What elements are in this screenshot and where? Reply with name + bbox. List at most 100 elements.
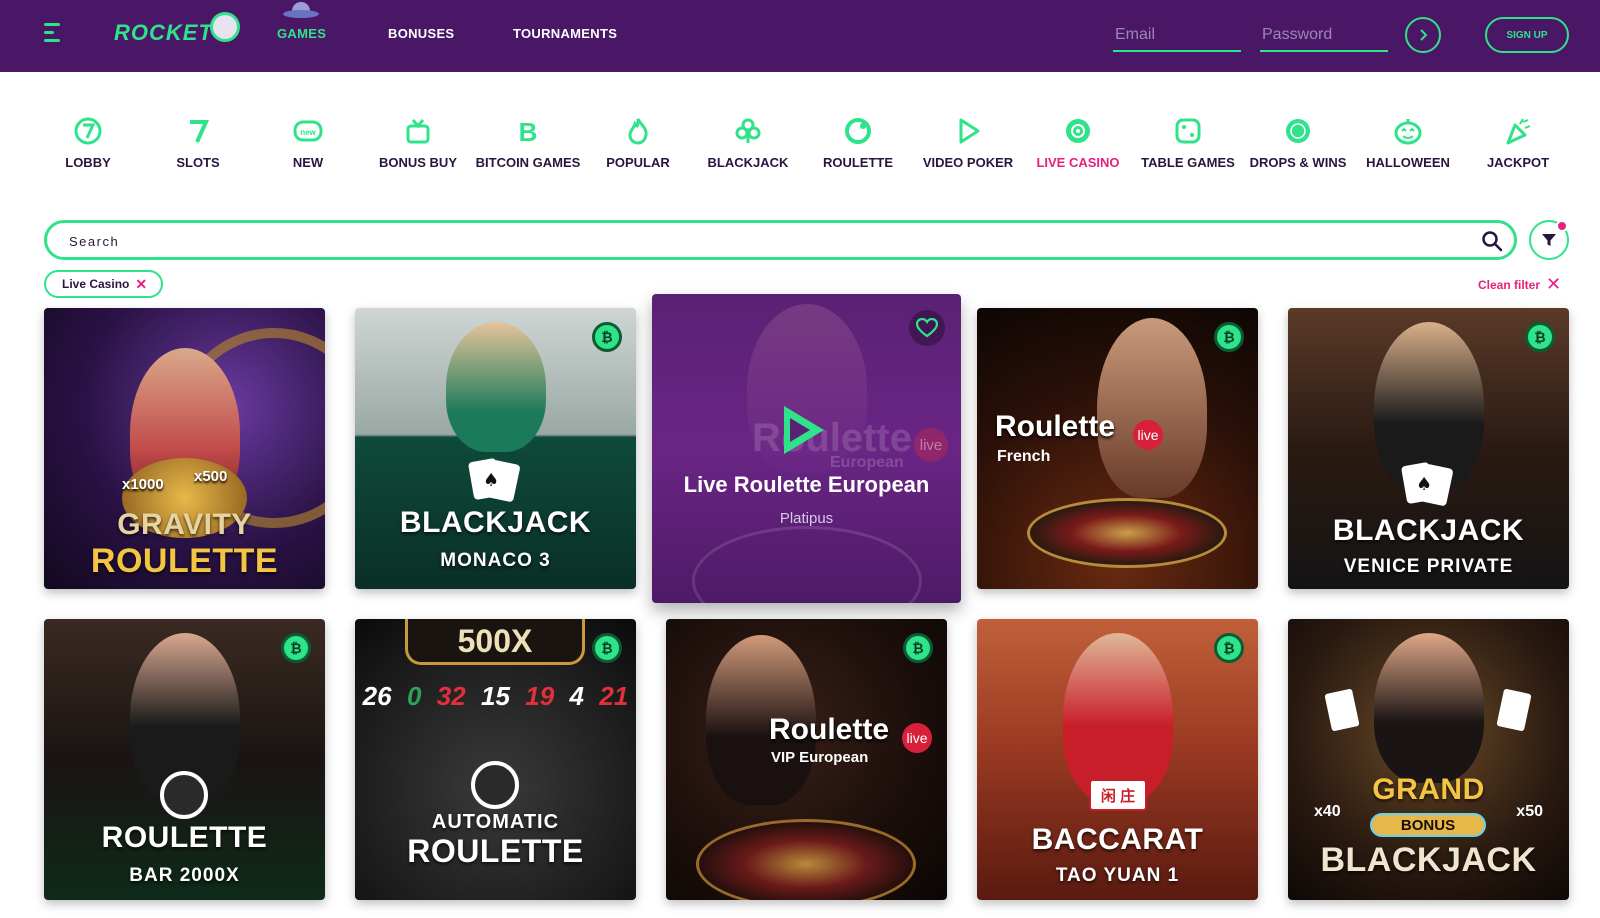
svg-text:B: B: [519, 117, 538, 146]
active-filter-chip[interactable]: Live Casino ✕: [44, 270, 164, 298]
category-label: POPULAR: [606, 155, 670, 170]
game-title-line1: Roulette: [995, 410, 1115, 443]
roulette-wheel: [1027, 498, 1227, 568]
game-title-line2: BAR 2000X: [129, 865, 240, 886]
category-bar: LOBBY SLOTS new NEW BONUS BUY B BITCOIN …: [33, 116, 1565, 188]
game-card[interactable]: 500X ₿ 26 0 32 15 19 4 21 AUTOMATIC ROUL…: [355, 619, 636, 900]
bitcoin-badge-icon: ₿: [1214, 322, 1244, 352]
category-slots[interactable]: SLOTS: [143, 116, 253, 170]
chip-label: Live Casino: [62, 277, 130, 291]
category-drops-wins[interactable]: DROPS & WINS: [1243, 116, 1353, 170]
wheel-number: 0: [406, 681, 422, 711]
category-video-poker[interactable]: VIDEO POKER: [913, 116, 1023, 170]
clean-filter-button[interactable]: Clean filter ✕: [1478, 274, 1561, 295]
roulette-icon: [845, 118, 871, 144]
game-title-line2: ROULETTE: [90, 542, 279, 580]
category-bitcoin-games[interactable]: B BITCOIN GAMES: [473, 116, 583, 170]
bitcoin-badge-icon: ₿: [903, 633, 933, 663]
game-title-line1: AUTOMATIC: [431, 811, 560, 833]
bonus-pill: BONUS: [1370, 813, 1486, 837]
category-label: DROPS & WINS: [1249, 155, 1347, 170]
password-field[interactable]: [1260, 20, 1388, 52]
dealer-image: [445, 322, 546, 452]
nav-tournaments[interactable]: TOURNAMENTS: [513, 26, 617, 41]
category-label: JACKPOT: [1486, 155, 1550, 170]
nav-games[interactable]: GAMES: [277, 26, 326, 41]
game-title-line2: VIP European: [771, 749, 869, 766]
remove-filter-icon[interactable]: ✕: [135, 276, 147, 293]
brand-logo[interactable]: ROCKET: [114, 20, 213, 46]
category-label: BITCOIN GAMES: [475, 155, 581, 170]
category-blackjack[interactable]: BLACKJACK: [693, 116, 803, 170]
game-title-line1: BLACKJACK: [399, 506, 592, 539]
favorite-heart-icon[interactable]: [909, 310, 945, 346]
bitcoin-badge-icon: ₿: [592, 633, 622, 663]
roulette-wheel: [696, 819, 916, 900]
game-card[interactable]: GRAND x40 x50 BONUS BLACKJACK: [1288, 619, 1569, 900]
email-field[interactable]: [1113, 20, 1241, 52]
nav-bonuses[interactable]: BONUSES: [388, 26, 454, 41]
new-badge-icon: new: [293, 120, 323, 142]
category-popular[interactable]: POPULAR: [583, 116, 693, 170]
game-card[interactable]: ₿ 闲 庄 BACCARAT TAO YUAN 1: [977, 619, 1258, 900]
game-card[interactable]: x1000 x500 GRAVITY ROULETTE: [44, 308, 325, 589]
category-label: TABLE GAMES: [1141, 155, 1235, 170]
game-card[interactable]: ₿ ROULETTE BAR 2000X: [44, 619, 325, 900]
category-bonus-buy[interactable]: BONUS BUY: [363, 116, 473, 170]
category-label: SLOTS: [176, 155, 220, 170]
club-icon: [735, 118, 761, 143]
category-new[interactable]: new NEW: [253, 116, 363, 170]
multiplier-badge: x500: [194, 468, 228, 485]
pumpkin-icon: [1394, 119, 1422, 145]
playing-card-icon: [1324, 688, 1360, 732]
category-table-games[interactable]: TABLE GAMES: [1133, 116, 1243, 170]
roulette-logo-icon: [471, 761, 519, 809]
game-title-line2: TAO YUAN 1: [1055, 865, 1180, 886]
game-title-line2: ROULETTE: [407, 833, 584, 869]
gift-icon: [406, 119, 430, 144]
category-label: ROULETTE: [822, 155, 894, 170]
login-submit-button[interactable]: [1405, 17, 1441, 53]
play-button-inner: [790, 418, 810, 442]
wheel-number: 21: [599, 681, 629, 711]
game-card[interactable]: ₿ ♠ BLACKJACK MONACO 3: [355, 308, 636, 589]
playing-cards-icon: ♠: [468, 458, 520, 502]
drops-wins-icon: [1286, 119, 1310, 143]
wheel-numbers: 26 0 32 15 19 4 21: [355, 681, 636, 712]
game-title-line1: Roulette: [769, 713, 889, 746]
close-icon: ✕: [1546, 274, 1562, 294]
ghost-live-tag: live: [914, 428, 948, 462]
playing-card-icon: [1496, 688, 1532, 732]
category-jackpot[interactable]: JACKPOT: [1463, 116, 1573, 170]
ghost-subtitle: European: [830, 454, 904, 471]
category-live-casino[interactable]: LIVE CASINO: [1023, 116, 1133, 170]
featured-game-provider: Platipus: [779, 510, 834, 527]
category-lobby[interactable]: LOBBY: [33, 116, 143, 170]
bitcoin-icon: B: [519, 117, 538, 146]
dealer-image: [1097, 318, 1207, 498]
signup-button[interactable]: SIGN UP: [1485, 17, 1569, 53]
svg-text:♠: ♠: [1416, 474, 1432, 495]
category-label: NEW: [292, 155, 324, 170]
game-card[interactable]: ₿ ♠ BLACKJACK VENICE PRIVATE: [1288, 308, 1569, 589]
wheel-number: 15: [481, 681, 510, 711]
featured-game-card[interactable]: Roulette European live Live Roulette Eur…: [652, 294, 961, 603]
filter-funnel-icon: [1542, 234, 1556, 246]
category-roulette[interactable]: ROULETTE: [803, 116, 913, 170]
bitcoin-badge-icon: ₿: [281, 633, 311, 663]
wheel-number: 32: [436, 681, 466, 711]
game-card[interactable]: ₿ Roulette live French: [977, 308, 1258, 589]
category-label: BLACKJACK: [707, 155, 789, 170]
dealer-image: [1373, 633, 1484, 783]
bitcoin-badge-icon: ₿: [592, 322, 622, 352]
search-input[interactable]: [69, 229, 1449, 253]
game-card[interactable]: ₿ Roulette live VIP European: [666, 619, 947, 900]
category-label: VIDEO POKER: [922, 155, 1014, 170]
menu-icon[interactable]: [44, 22, 62, 44]
search-icon[interactable]: [1481, 230, 1503, 252]
category-halloween[interactable]: HALLOWEEN: [1353, 116, 1463, 170]
play-icon: [959, 118, 980, 144]
game-title-line2: VENICE PRIVATE: [1343, 556, 1514, 577]
game-title-line1: ROULETTE: [101, 821, 268, 854]
bitcoin-badge-icon: ₿: [1214, 633, 1244, 663]
